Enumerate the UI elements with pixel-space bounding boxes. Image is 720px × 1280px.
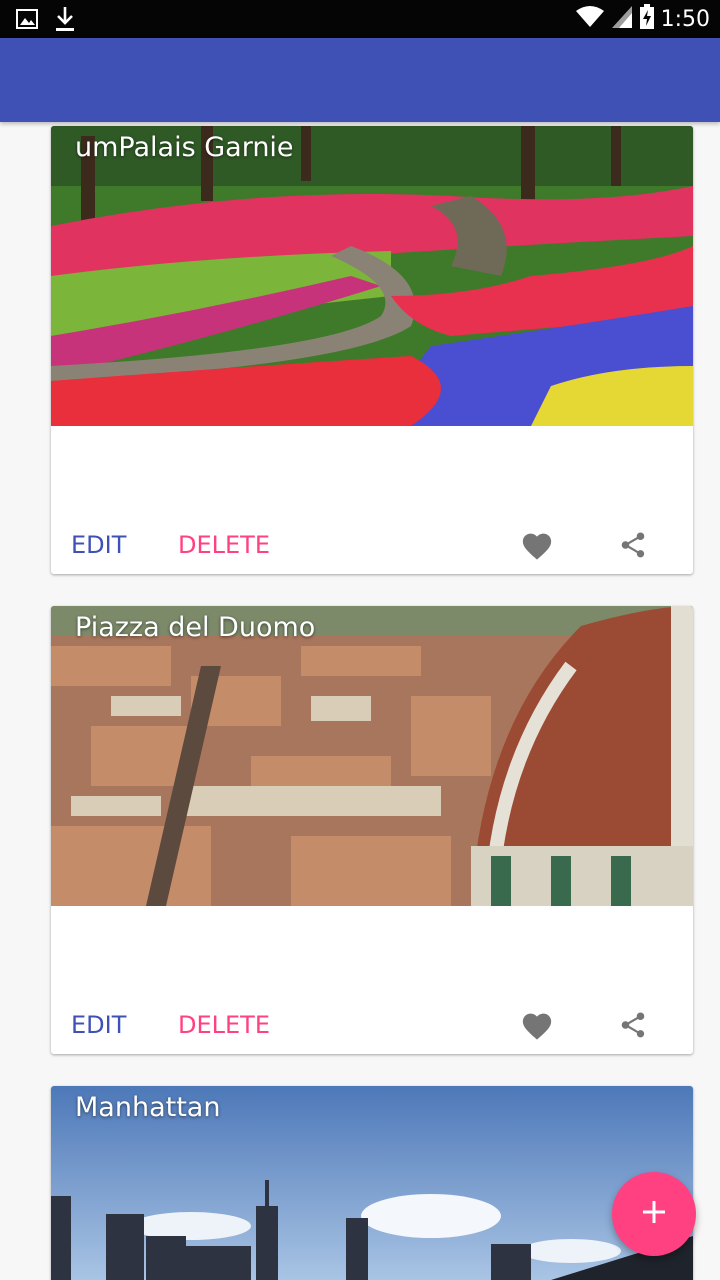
status-clock: 1:50 (660, 6, 710, 32)
share-icon[interactable] (615, 1007, 651, 1043)
add-icon (641, 1199, 667, 1229)
edit-button[interactable]: EDIT (71, 521, 126, 569)
card-title: Piazza del Duomo (75, 612, 316, 643)
card-actions: EDIT DELETE (51, 521, 693, 569)
delete-button[interactable]: DELETE (178, 1001, 270, 1049)
battery-charging-icon (639, 4, 655, 34)
card-title: umPalais Garnie (75, 132, 294, 163)
card-actions: EDIT DELETE (51, 1001, 693, 1049)
favorite-icon[interactable] (519, 527, 555, 563)
card-title: Manhattan (75, 1092, 221, 1123)
status-bar: 1:50 (0, 0, 720, 38)
share-icon[interactable] (615, 527, 651, 563)
favorite-icon[interactable] (519, 1007, 555, 1043)
delete-button[interactable]: DELETE (178, 521, 270, 569)
place-card: Piazza del Duomo EDIT DELETE (51, 606, 693, 1054)
image-icon (16, 8, 38, 34)
wifi-icon (575, 5, 605, 33)
place-card: Manhattan (51, 1086, 693, 1280)
signal-icon (611, 5, 633, 33)
add-button[interactable] (612, 1172, 696, 1256)
app-bar (0, 38, 720, 122)
edit-button[interactable]: EDIT (71, 1001, 126, 1049)
manhattan-skyline-photo: Manhattan (51, 1086, 693, 1280)
download-icon (54, 6, 76, 36)
place-card: umPalais Garnie EDIT DELETE (51, 126, 693, 574)
florence-rooftops-photo: Piazza del Duomo (51, 606, 693, 906)
tulip-garden-photo: umPalais Garnie (51, 126, 693, 426)
